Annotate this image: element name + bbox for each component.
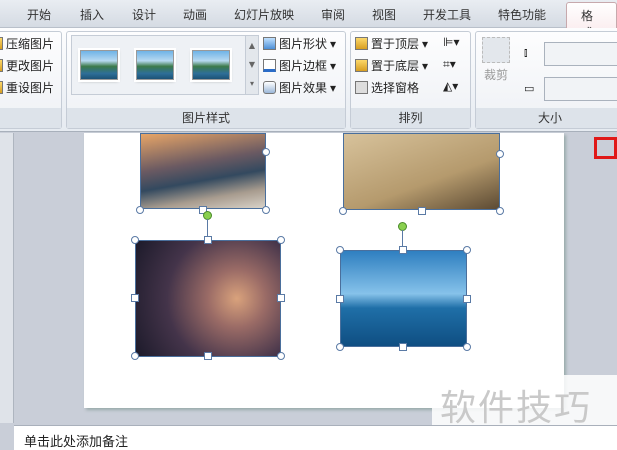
resize-handle[interactable]	[336, 295, 344, 303]
width-input[interactable]	[544, 77, 617, 101]
tab-features[interactable]: 特色功能	[498, 6, 546, 23]
resize-handle[interactable]	[463, 246, 471, 254]
resize-handle[interactable]	[463, 295, 471, 303]
style-thumb[interactable]	[80, 50, 118, 80]
group-label: 排列	[351, 108, 470, 128]
resize-handle[interactable]	[277, 352, 285, 360]
picture-styles-group: ▲ ▼ ▾ 图片形状 ▾ 图片边框 ▾ 图片效果 ▾ 图片样式	[66, 31, 346, 129]
resize-handle[interactable]	[136, 206, 144, 214]
change-picture-button[interactable]: 更改图片	[0, 57, 54, 74]
group-label	[0, 108, 61, 128]
effects-icon	[263, 81, 276, 94]
tab-animation[interactable]: 动画	[183, 6, 207, 23]
send-to-back-button[interactable]: 置于底层 ▾	[355, 57, 428, 74]
resize-handle[interactable]	[204, 352, 212, 360]
label: 压缩图片	[6, 37, 55, 51]
gallery-scroll[interactable]: ▲ ▼ ▾	[245, 36, 258, 94]
rotate-icon: ◭▾	[443, 79, 459, 93]
size-dialog-launcher[interactable]	[594, 137, 617, 159]
group-label: 图片样式	[67, 108, 345, 128]
resize-handle[interactable]	[339, 207, 347, 215]
resize-handle[interactable]	[336, 343, 344, 351]
watermark: 软件技巧	[432, 375, 617, 429]
tab-review[interactable]: 审阅	[321, 6, 345, 23]
tab-design[interactable]: 设计	[132, 6, 156, 23]
change-picture-icon	[0, 59, 3, 72]
picture-shape-button[interactable]: 图片形状 ▾	[263, 35, 336, 52]
shape-icon	[263, 37, 276, 50]
label: 置于底层	[371, 59, 420, 73]
height-icon: ⫾	[524, 46, 528, 59]
bring-front-icon	[355, 37, 368, 50]
align-icon: ⊫▾	[443, 35, 460, 49]
resize-handle[interactable]	[131, 352, 139, 360]
resize-handle[interactable]	[399, 246, 407, 254]
picture-island[interactable]	[340, 250, 467, 347]
compress-pictures-button[interactable]: 压缩图片	[0, 35, 54, 52]
group-label: 大小	[476, 108, 617, 128]
arrange-group: 置于顶层 ▾ 置于底层 ▾ 选择窗格 ⊫▾ ⌗▾ ◭▾ 排列	[350, 31, 471, 129]
resize-handle[interactable]	[204, 236, 212, 244]
compress-icon	[0, 37, 3, 50]
label: 置于顶层	[371, 37, 420, 51]
label: 图片边框	[279, 59, 328, 73]
selection-pane-icon	[355, 81, 368, 94]
adjust-group: 压缩图片 更改图片 重设图片	[0, 31, 62, 129]
send-back-icon	[355, 59, 368, 72]
ribbon-tabs: 开始 插入 设计 动画 幻灯片放映 审阅 视图 开发工具 特色功能 格式	[0, 0, 617, 40]
selection-pane-button[interactable]: 选择窗格	[355, 79, 419, 96]
resize-handle[interactable]	[336, 246, 344, 254]
style-thumb[interactable]	[192, 50, 230, 80]
resize-handle[interactable]	[399, 343, 407, 351]
tab-slideshow[interactable]: 幻灯片放映	[234, 6, 294, 23]
size-group: 裁剪 ⫾ ▭ 大小	[475, 31, 617, 129]
tab-view[interactable]: 视图	[372, 6, 396, 23]
align-button[interactable]: ⊫▾	[443, 35, 459, 49]
resize-handle[interactable]	[496, 207, 504, 215]
picture-leaf[interactable]	[135, 240, 281, 357]
resize-handle[interactable]	[131, 294, 139, 302]
tab-home[interactable]: 开始	[27, 6, 51, 23]
picture-effects-button[interactable]: 图片效果 ▾	[263, 79, 336, 96]
label: 更改图片	[6, 59, 55, 73]
resize-handle[interactable]	[277, 294, 285, 302]
reset-icon	[0, 81, 3, 94]
reset-picture-button[interactable]: 重设图片	[0, 79, 54, 96]
pen-icon	[263, 59, 276, 72]
group-button[interactable]: ⌗▾	[443, 57, 456, 72]
resize-handle[interactable]	[418, 207, 426, 215]
group-icon: ⌗▾	[443, 57, 456, 71]
tab-insert[interactable]: 插入	[80, 6, 104, 23]
height-input[interactable]	[544, 42, 617, 66]
style-thumb[interactable]	[136, 50, 174, 80]
picture-handwriting[interactable]	[343, 133, 500, 210]
crop-icon	[482, 37, 510, 63]
rotate-button[interactable]: ◭▾	[443, 79, 458, 93]
ribbon: 压缩图片 更改图片 重设图片 ▲ ▼ ▾ 图片形状 ▾ 图片边框 ▾ 图片效果 ▾ …	[0, 28, 617, 159]
slides-pane[interactable]	[0, 133, 14, 423]
picture-beach[interactable]	[140, 133, 266, 209]
resize-handle[interactable]	[262, 206, 270, 214]
resize-handle[interactable]	[463, 343, 471, 351]
label: 图片效果	[279, 81, 328, 95]
crop-button[interactable]: 裁剪	[482, 37, 510, 83]
tab-developer[interactable]: 开发工具	[423, 6, 471, 23]
label: 图片形状	[279, 37, 328, 51]
slide-canvas[interactable]	[84, 133, 564, 408]
label: 选择窗格	[371, 81, 420, 95]
bring-to-front-button[interactable]: 置于顶层 ▾	[355, 35, 428, 52]
tab-format[interactable]: 格式	[566, 2, 617, 40]
label: 重设图片	[6, 81, 55, 95]
styles-gallery: ▲ ▼ ▾	[71, 35, 259, 95]
resize-handle[interactable]	[262, 148, 270, 156]
resize-handle[interactable]	[131, 236, 139, 244]
resize-handle[interactable]	[496, 150, 504, 158]
width-icon: ▭	[524, 82, 535, 95]
label: 裁剪	[483, 68, 508, 82]
resize-handle[interactable]	[277, 236, 285, 244]
picture-border-button[interactable]: 图片边框 ▾	[263, 57, 336, 74]
